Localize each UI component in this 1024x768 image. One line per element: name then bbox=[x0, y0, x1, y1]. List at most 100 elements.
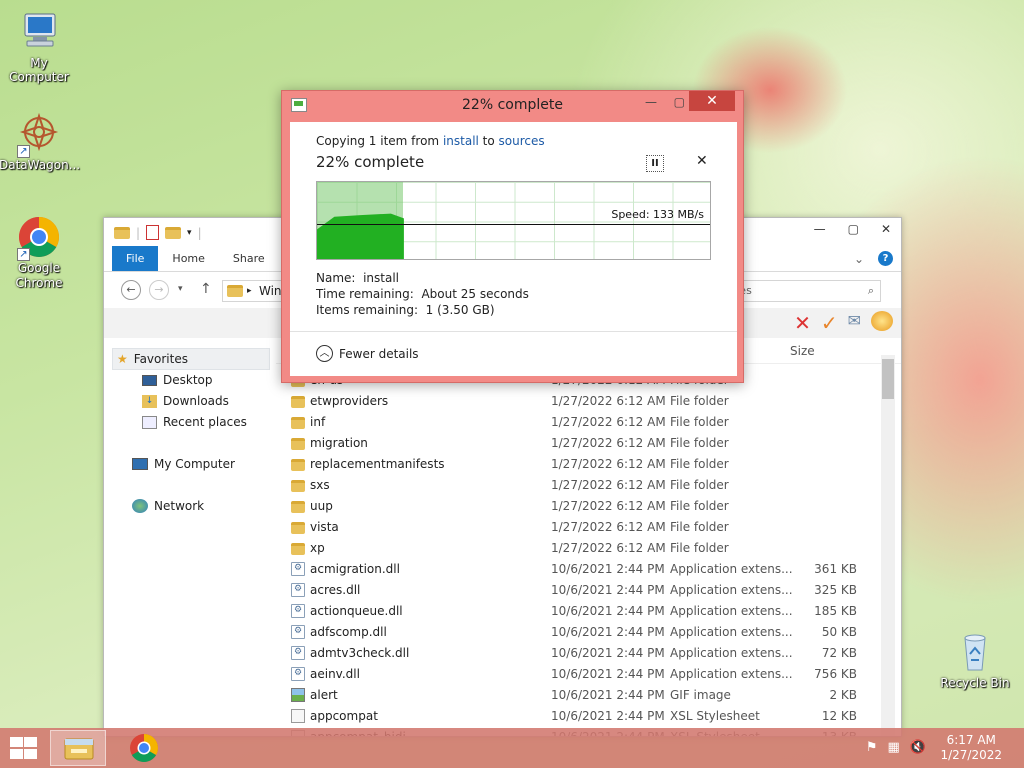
scrollbar-thumb[interactable] bbox=[882, 359, 894, 399]
cancel-copy-icon[interactable]: ✕ bbox=[696, 153, 708, 169]
recent-locations-icon[interactable]: ▾ bbox=[178, 284, 183, 294]
file-row[interactable]: sxs 1/27/2022 6:12 AM File folder bbox=[287, 475, 877, 496]
file-row[interactable]: xp 1/27/2022 6:12 AM File folder bbox=[287, 538, 877, 559]
close-icon[interactable]: ✕ bbox=[881, 222, 891, 236]
tab-home[interactable]: Home bbox=[158, 246, 218, 271]
shell-icon[interactable] bbox=[871, 311, 893, 331]
dll-file-icon bbox=[291, 667, 305, 681]
file-row[interactable]: etwproviders 1/27/2022 6:12 AM File folder bbox=[287, 391, 877, 412]
taskbar-chrome[interactable] bbox=[116, 730, 172, 766]
breadcrumb-separator: ▸ bbox=[247, 286, 252, 296]
search-icon[interactable]: ⌕ bbox=[868, 281, 874, 301]
nav-desktop[interactable]: Desktop bbox=[142, 373, 213, 387]
chevron-down-icon[interactable]: ⌄ bbox=[854, 252, 864, 266]
volume-muted-icon[interactable]: 🔇 bbox=[910, 740, 926, 755]
desktop-icon-label: Recycle Bin bbox=[940, 676, 1010, 690]
file-name: admtv3check.dll bbox=[310, 646, 410, 660]
file-row[interactable]: alert 10/6/2021 2:44 PM GIF image 2 KB bbox=[287, 685, 877, 706]
tab-share[interactable]: Share bbox=[219, 246, 279, 271]
search-input[interactable]: urces ⌕ bbox=[721, 280, 881, 302]
file-type: GIF image bbox=[670, 688, 731, 702]
fewer-details-button[interactable]: ︿ Fewer details bbox=[316, 345, 419, 362]
minimize-icon[interactable]: — bbox=[645, 95, 657, 109]
up-icon[interactable]: ↑ bbox=[200, 281, 212, 297]
check-icon[interactable]: ✓ bbox=[821, 311, 838, 335]
taskbar-clock[interactable]: 6:17 AM 1/27/2022 bbox=[940, 733, 1002, 763]
file-type: File folder bbox=[670, 394, 729, 408]
navigation-pane: ★ Favorites Desktop ↓ Downloads Recent p… bbox=[104, 344, 276, 736]
desktop-icon-datawagon[interactable]: ↗ DataWagon... bbox=[0, 112, 80, 172]
file-row[interactable]: replacementmanifests 1/27/2022 6:12 AM Fil… bbox=[287, 454, 877, 475]
file-name: migration bbox=[310, 436, 368, 450]
destination-link[interactable]: sources bbox=[499, 134, 545, 148]
clock-time: 6:17 AM bbox=[946, 733, 996, 747]
copy-info: Name: install Time remaining: About 25 s… bbox=[316, 270, 529, 318]
folder-icon bbox=[227, 285, 243, 297]
file-name: acmigration.dll bbox=[310, 562, 400, 576]
network-icon bbox=[132, 499, 148, 513]
percent-complete: 22% complete bbox=[316, 153, 425, 171]
folder-icon bbox=[291, 417, 305, 429]
forward-button[interactable]: → bbox=[149, 280, 169, 300]
maximize-icon[interactable]: ▢ bbox=[674, 95, 685, 109]
envelope-icon[interactable]: ✉ bbox=[848, 311, 861, 335]
nav-my-computer[interactable]: My Computer bbox=[132, 457, 235, 471]
file-row[interactable]: aeinv.dll10/6/2021 2:44 PMApplication ex… bbox=[287, 664, 877, 685]
file-row[interactable]: adfscomp.dll10/6/2021 2:44 PMApplication… bbox=[287, 622, 877, 643]
downloads-icon: ↓ bbox=[142, 394, 157, 408]
time-value: About 25 seconds bbox=[421, 287, 529, 301]
source-link[interactable]: install bbox=[443, 134, 479, 148]
file-type: File folder bbox=[670, 415, 729, 429]
file-type: File folder bbox=[670, 499, 729, 513]
file-row[interactable]: vista 1/27/2022 6:12 AM File folder bbox=[287, 517, 877, 538]
network-status-icon[interactable]: ▦ bbox=[888, 740, 900, 755]
nav-recent-places[interactable]: Recent places bbox=[142, 415, 247, 429]
close-button[interactable]: ✕ bbox=[689, 91, 735, 111]
nav-network[interactable]: Network bbox=[132, 499, 204, 513]
nav-downloads[interactable]: ↓ Downloads bbox=[142, 394, 229, 408]
file-row[interactable]: uup 1/27/2022 6:12 AM File folder bbox=[287, 496, 877, 517]
file-date: 1/27/2022 6:12 AM bbox=[551, 520, 666, 534]
star-icon: ★ bbox=[117, 352, 128, 366]
file-date: 10/6/2021 2:44 PM bbox=[551, 625, 665, 639]
file-date: 10/6/2021 2:44 PM bbox=[551, 667, 665, 681]
file-row[interactable]: inf 1/27/2022 6:12 AM File folder bbox=[287, 412, 877, 433]
datawagon-icon: ↗ bbox=[17, 112, 61, 158]
folder-icon bbox=[291, 501, 305, 513]
nav-favorites[interactable]: ★ Favorites bbox=[112, 348, 270, 370]
file-row[interactable]: acmigration.dll10/6/2021 2:44 PMApplicat… bbox=[287, 559, 877, 580]
file-row[interactable]: migration 1/27/2022 6:12 AM File folder bbox=[287, 433, 877, 454]
file-name: appcompat bbox=[310, 709, 378, 723]
file-row[interactable]: admtv3check.dll10/6/2021 2:44 PMApplicat… bbox=[287, 643, 877, 664]
separator: | bbox=[136, 225, 141, 240]
start-button[interactable] bbox=[8, 737, 38, 759]
new-folder-icon[interactable] bbox=[165, 226, 182, 239]
maximize-icon[interactable]: ▢ bbox=[848, 222, 859, 236]
action-center-flag-icon[interactable]: ⚑ bbox=[866, 740, 878, 755]
back-button[interactable]: ← bbox=[121, 280, 141, 300]
ribbon-help-area: ⌄ ? bbox=[854, 246, 893, 271]
chrome-icon bbox=[130, 734, 158, 762]
help-icon[interactable]: ? bbox=[878, 251, 893, 266]
speed-label: Speed: 133 MB/s bbox=[611, 208, 704, 221]
file-list: en-us1/27/2022 6:12 AMFile folderetwprov… bbox=[287, 370, 877, 736]
vertical-scrollbar[interactable] bbox=[881, 355, 895, 736]
file-row[interactable]: acres.dll10/6/2021 2:44 PMApplication ex… bbox=[287, 580, 877, 601]
desktop-icon-google-chrome[interactable]: ↗ Google Chrome bbox=[0, 215, 79, 291]
minimize-icon[interactable]: — bbox=[814, 222, 826, 236]
pause-button[interactable]: II bbox=[646, 155, 664, 172]
qat-dropdown-icon[interactable]: ▾ bbox=[187, 228, 192, 238]
file-type: File folder bbox=[670, 478, 729, 492]
cancel-icon[interactable]: ✕ bbox=[794, 311, 811, 335]
tab-file[interactable]: File bbox=[112, 246, 159, 271]
file-row[interactable]: actionqueue.dll10/6/2021 2:44 PMApplicat… bbox=[287, 601, 877, 622]
desktop-icon-recycle-bin[interactable]: Recycle Bin bbox=[935, 630, 1015, 690]
address-bar[interactable]: ▸ Win bbox=[222, 280, 282, 302]
taskbar-file-explorer[interactable] bbox=[50, 730, 106, 766]
copying-prefix: Copying 1 item from bbox=[316, 134, 443, 148]
properties-icon[interactable] bbox=[146, 225, 160, 240]
file-row[interactable]: appcompat 10/6/2021 2:44 PM XSL Stylesheet… bbox=[287, 706, 877, 727]
column-size[interactable]: Size bbox=[790, 344, 815, 358]
file-name: uup bbox=[310, 499, 333, 513]
desktop-icon-my-computer[interactable]: My Computer bbox=[0, 10, 79, 84]
